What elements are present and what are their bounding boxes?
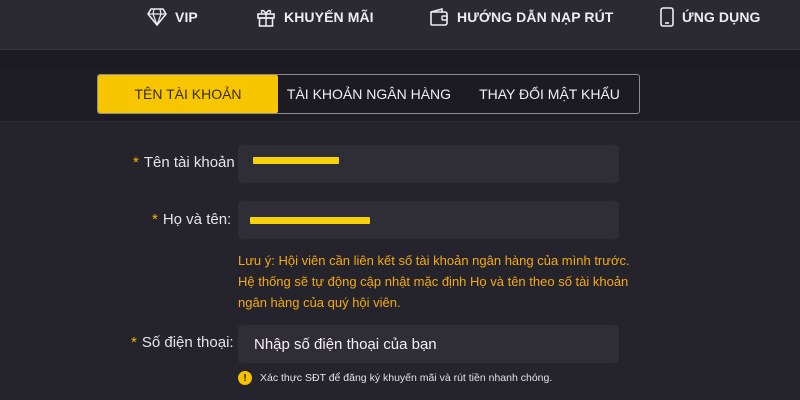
- required-mark: *: [133, 154, 139, 171]
- fullname-label-text: Họ và tên:: [162, 211, 232, 228]
- phone-field: [238, 325, 619, 363]
- nav-item-label: VIP: [175, 9, 198, 25]
- phone-verify-hint-text: Xác thực SĐT để đăng ký khuyến mãi và rú…: [260, 372, 553, 384]
- nav-item-label: HƯỚNG DẪN NẠP RÚT: [457, 9, 614, 25]
- account-tabs: TÊN TÀI KHOẢN TÀI KHOẢN NGÂN HÀNG THAY Đ…: [97, 74, 640, 114]
- nav-item-label: KHUYẾN MÃI: [284, 9, 374, 25]
- phone-label-text: Số điện thoại:: [141, 334, 234, 351]
- username-redaction-bar: [253, 157, 339, 164]
- tab-account-name[interactable]: TÊN TÀI KHOẢN: [98, 75, 278, 113]
- mobile-phone-icon: [660, 7, 674, 27]
- tab-change-password[interactable]: THAY ĐỔI MẬT KHẨU: [460, 75, 639, 113]
- nav-spacer: [0, 51, 800, 69]
- required-mark: *: [131, 334, 137, 351]
- nav-item-promotions[interactable]: KHUYẾN MÃI: [256, 6, 374, 28]
- nav-item-app[interactable]: ỨNG DỤNG: [660, 6, 761, 28]
- warning-icon: !: [238, 371, 252, 385]
- tab-bank-account[interactable]: TÀI KHOẢN NGÂN HÀNG: [278, 75, 460, 113]
- top-navigation: VIP KHUYẾN MÃI HƯỚNG DẪN NẠP RÚT ỨNG DỤN…: [0, 0, 800, 50]
- gift-icon: [256, 7, 276, 27]
- fullname-label: * Họ và tên:: [152, 211, 231, 228]
- phone-input[interactable]: [254, 335, 619, 353]
- phone-verify-hint: ! Xác thực SĐT để đăng ký khuyến mãi và …: [238, 371, 552, 385]
- nav-item-vip[interactable]: VIP: [147, 6, 198, 28]
- required-mark: *: [152, 211, 158, 228]
- wallet-icon: [429, 8, 449, 26]
- bank-link-note: Lưu ý: Hội viên cần liên kết số tài khoả…: [238, 253, 630, 310]
- phone-label: * Số điện thoại:: [131, 334, 234, 351]
- nav-item-label: ỨNG DỤNG: [682, 9, 761, 25]
- username-label: * Tên tài khoản: [133, 154, 235, 171]
- username-label-text: Tên tài khoản: [143, 154, 235, 171]
- diamond-icon: [147, 8, 167, 26]
- nav-item-deposit-withdraw-guide[interactable]: HƯỚNG DẪN NẠP RÚT: [429, 6, 613, 28]
- username-field: [238, 145, 619, 183]
- fullname-redaction-bar: [250, 217, 370, 224]
